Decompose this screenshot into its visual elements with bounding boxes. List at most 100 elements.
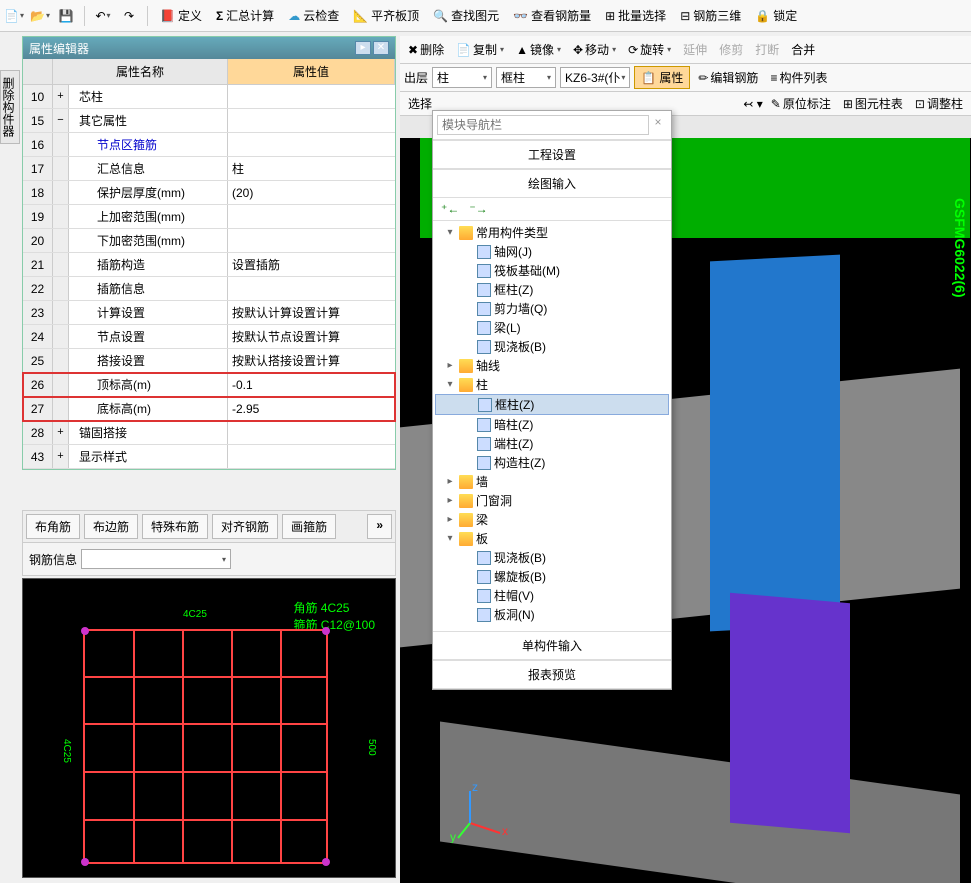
property-row[interactable]: 21插筋构造设置插筋 xyxy=(23,253,395,277)
property-row[interactable]: 43+显示样式 xyxy=(23,445,395,469)
rebar-3d-button[interactable]: ⊟钢筋三维 xyxy=(676,5,745,26)
attr-button[interactable]: 📋属性 xyxy=(634,66,690,89)
left-dock-tab[interactable]: 删除构件器 xyxy=(0,70,20,144)
property-value[interactable]: -2.95 xyxy=(228,397,395,420)
collapse-all-icon[interactable]: ⁻→ xyxy=(469,202,487,216)
nav-report-preview[interactable]: 报表预览 xyxy=(433,660,671,689)
tree-expand-icon[interactable]: ▾ xyxy=(444,227,456,238)
property-value[interactable]: 设置插筋 xyxy=(228,253,395,276)
tree-item[interactable]: ▸轴线 xyxy=(435,356,669,375)
property-value[interactable]: 按默认计算设置计算 xyxy=(228,301,395,324)
property-value[interactable] xyxy=(228,133,395,156)
tree-item[interactable]: 构造柱(Z) xyxy=(435,453,669,472)
property-value[interactable]: 按默认搭接设置计算 xyxy=(228,349,395,372)
property-row[interactable]: 17汇总信息柱 xyxy=(23,157,395,181)
category-select[interactable]: 柱▾ xyxy=(432,67,492,88)
find-elem-button[interactable]: 🔍查找图元 xyxy=(429,5,503,26)
edit-rebar-button[interactable]: ✏编辑钢筋 xyxy=(694,67,762,88)
rebar-tab[interactable]: 布边筋 xyxy=(84,514,138,539)
tree-item[interactable]: 轴网(J) xyxy=(435,242,669,261)
property-value[interactable] xyxy=(228,277,395,300)
undo-icon[interactable]: ↶▾ xyxy=(93,6,113,26)
new-icon[interactable]: 📄▾ xyxy=(4,6,24,26)
nav-search-clear[interactable]: × xyxy=(649,115,667,135)
rebar-tab[interactable]: 特殊布筋 xyxy=(142,514,208,539)
tabs-more[interactable]: » xyxy=(367,514,392,539)
property-value[interactable] xyxy=(228,205,395,228)
property-row[interactable]: 23计算设置按默认计算设置计算 xyxy=(23,301,395,325)
property-value[interactable]: (20) xyxy=(228,181,395,204)
property-row[interactable]: 10+芯柱 xyxy=(23,85,395,109)
lock-button[interactable]: 🔒锁定 xyxy=(751,5,801,26)
tree-expand-icon[interactable]: ▸ xyxy=(444,360,456,371)
rebar-tab[interactable]: 画箍筋 xyxy=(282,514,336,539)
tree-item[interactable]: 暗柱(Z) xyxy=(435,415,669,434)
batch-select-button[interactable]: ⊞批量选择 xyxy=(601,5,670,26)
tree-item[interactable]: 筏板基础(M) xyxy=(435,261,669,280)
extend-button[interactable]: 延伸 xyxy=(679,39,711,60)
rebar-info-input[interactable]: ▾ xyxy=(81,549,231,569)
comp-list-button[interactable]: ≡构件列表 xyxy=(766,67,831,88)
property-row[interactable]: 20下加密范围(mm) xyxy=(23,229,395,253)
property-row[interactable]: 16节点区箍筋 xyxy=(23,133,395,157)
redo-icon[interactable]: ↷ xyxy=(119,6,139,26)
tree-item[interactable]: 现浇板(B) xyxy=(435,548,669,567)
property-value[interactable] xyxy=(228,421,395,444)
tree-item[interactable]: 框柱(Z) xyxy=(435,394,669,415)
tree-item[interactable]: ▸门窗洞 xyxy=(435,491,669,510)
rotate-button[interactable]: ⟳旋转▾ xyxy=(624,39,675,60)
nav-engineering-settings[interactable]: 工程设置 xyxy=(433,140,671,169)
expand-icon[interactable]: + xyxy=(53,445,69,468)
tree-item[interactable]: ▾常用构件类型 xyxy=(435,223,669,242)
property-value[interactable]: -0.1 xyxy=(228,373,395,396)
sum-calc-button[interactable]: Σ 汇总计算 xyxy=(212,5,278,26)
expand-icon[interactable]: − xyxy=(53,109,69,132)
nav-search-input[interactable] xyxy=(437,115,649,135)
tree-expand-icon[interactable]: ▾ xyxy=(444,379,456,390)
property-value[interactable]: 按默认节点设置计算 xyxy=(228,325,395,348)
save-icon[interactable]: 💾 xyxy=(56,6,76,26)
tree-expand-icon[interactable]: ▸ xyxy=(444,514,456,525)
rebar-tab[interactable]: 对齐钢筋 xyxy=(212,514,278,539)
property-value[interactable]: 柱 xyxy=(228,157,395,180)
tree-item[interactable]: 现浇板(B) xyxy=(435,337,669,356)
rebar-tab[interactable]: 布角筋 xyxy=(26,514,80,539)
move-button[interactable]: ✥移动▾ xyxy=(569,39,620,60)
property-value[interactable] xyxy=(228,109,395,132)
define-button[interactable]: 📕定义 xyxy=(156,5,206,26)
property-row[interactable]: 18保护层厚度(mm)(20) xyxy=(23,181,395,205)
expand-icon[interactable]: + xyxy=(53,85,69,108)
nav-single-comp[interactable]: 单构件输入 xyxy=(433,631,671,660)
cloud-check-button[interactable]: ☁云检查 xyxy=(284,5,343,26)
tree-item[interactable]: 剪力墙(Q) xyxy=(435,299,669,318)
trim-button[interactable]: 修剪 xyxy=(715,39,747,60)
tree-item[interactable]: 框柱(Z) xyxy=(435,280,669,299)
expand-all-icon[interactable]: ⁺← xyxy=(441,202,459,216)
tree-expand-icon[interactable]: ▸ xyxy=(444,495,456,506)
property-value[interactable] xyxy=(228,85,395,108)
nav-draw-input[interactable]: 绘图输入 xyxy=(433,169,671,198)
tree-item[interactable]: ▾板 xyxy=(435,529,669,548)
property-row[interactable]: 27底标高(m)-2.95 xyxy=(23,397,395,421)
tree-item[interactable]: ▸梁 xyxy=(435,510,669,529)
property-row[interactable]: 22插筋信息 xyxy=(23,277,395,301)
view-rebar-button[interactable]: 👓查看钢筋量 xyxy=(509,5,595,26)
property-value[interactable] xyxy=(228,229,395,252)
property-row[interactable]: 28+锚固搭接 xyxy=(23,421,395,445)
tree-expand-icon[interactable]: ▾ xyxy=(444,533,456,544)
property-row[interactable]: 24节点设置按默认节点设置计算 xyxy=(23,325,395,349)
close-icon[interactable]: ✕ xyxy=(373,41,389,55)
property-row[interactable]: 26顶标高(m)-0.1 xyxy=(23,373,395,397)
type-select[interactable]: 框柱▾ xyxy=(496,67,556,88)
property-row[interactable]: 25搭接设置按默认搭接设置计算 xyxy=(23,349,395,373)
tree-item[interactable]: ▾柱 xyxy=(435,375,669,394)
expand-icon[interactable]: + xyxy=(53,421,69,444)
break-button[interactable]: 打断 xyxy=(751,39,783,60)
delete-button[interactable]: ✖删除 xyxy=(404,39,448,60)
tree-item[interactable]: 梁(L) xyxy=(435,318,669,337)
pin-icon[interactable]: ▸ xyxy=(355,41,371,55)
tree-item[interactable]: 螺旋板(B) xyxy=(435,567,669,586)
tree-item[interactable]: 板洞(N) xyxy=(435,605,669,624)
elem-list-button[interactable]: ⊞图元柱表 xyxy=(839,93,907,114)
tree-item[interactable]: 端柱(Z) xyxy=(435,434,669,453)
